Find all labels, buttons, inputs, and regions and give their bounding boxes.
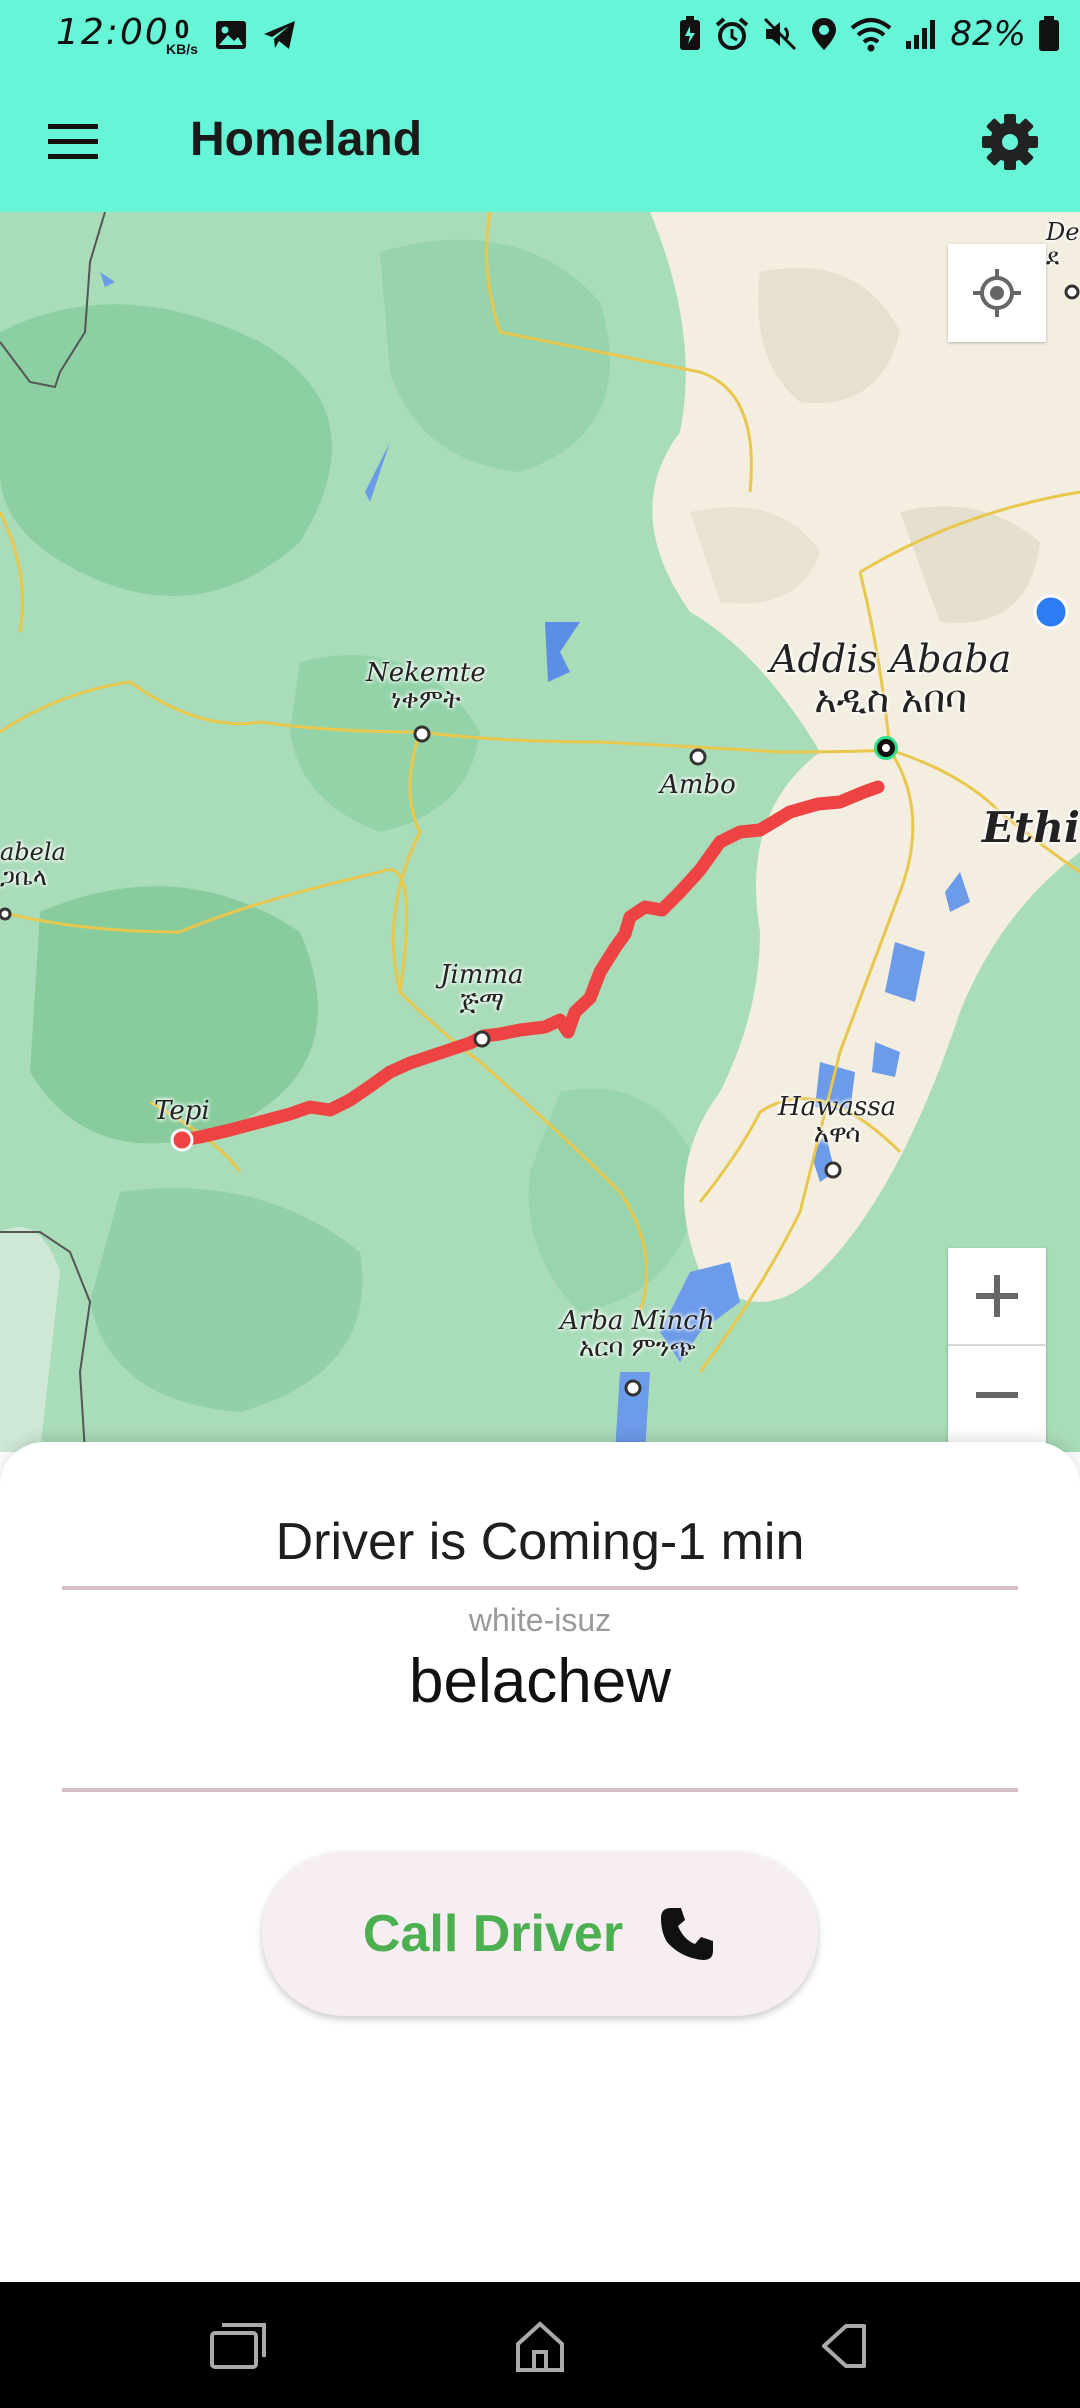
- status-left-icons: [214, 18, 298, 52]
- vehicle-label: white-isuz: [468, 1602, 612, 1638]
- gallery-icon: [216, 21, 246, 49]
- city-name: Tepi: [154, 1096, 210, 1126]
- settings-button[interactable]: [978, 110, 1042, 174]
- network-speed-unit: KB/s: [166, 41, 198, 57]
- city-label-ambo: Ambo: [660, 770, 736, 800]
- city-local-name: አዋሳ: [813, 1119, 861, 1150]
- city-label-hawassa: Hawassa አዋሳ: [778, 1092, 897, 1150]
- city-label-nekemte: Nekemte ነቀምት: [366, 658, 486, 716]
- map-canvas[interactable]: [0, 212, 1080, 1452]
- menu-button[interactable]: [44, 116, 104, 168]
- status-time: 12:00: [56, 12, 170, 53]
- city-label-tepi: Tepi: [154, 1096, 210, 1126]
- my-location-icon: [973, 269, 1021, 317]
- city-local-name: ጋቤላ: [0, 863, 47, 892]
- status-bar: 12:00 0 KB/s 82%: [0, 0, 1080, 72]
- call-driver-button[interactable]: Call Driver: [262, 1852, 818, 2016]
- system-nav-bar: [0, 2282, 1080, 2408]
- city-name: Addis Ababa: [770, 637, 1012, 681]
- city-local-name: አርባ ምንጭ: [578, 1333, 696, 1364]
- city-local-name: አዲስ አበባ: [814, 676, 967, 721]
- city-label-addis-ababa: Addis Ababa አዲስ አበባ: [770, 637, 1012, 721]
- trip-bottom-sheet: Driver is Coming-1 min white-isuz belach…: [0, 1442, 1080, 2282]
- driver-name: belachew: [409, 1647, 671, 1716]
- signal-icon: [906, 20, 936, 49]
- screen: 12:00 0 KB/s 82% Homeland Addis Ababa አዲ…: [0, 0, 1080, 2408]
- plus-icon: [976, 1275, 1018, 1317]
- city-name: Ambo: [660, 770, 736, 800]
- city-name: Ethio: [982, 803, 1080, 852]
- battery-percent: 82%: [950, 14, 1026, 54]
- wifi-icon: [851, 18, 892, 52]
- origin-marker: [170, 1128, 194, 1152]
- country-label: Ethio: [982, 803, 1080, 852]
- current-location-dot: [1033, 594, 1069, 630]
- city-local-name: ነቀምት: [391, 685, 461, 716]
- city-local-name: ደ: [1046, 243, 1060, 272]
- app-bar: Homeland: [0, 72, 1080, 212]
- divider: [62, 1788, 1018, 1792]
- city-name: Arba Minch: [560, 1306, 715, 1336]
- alarm-icon: [716, 17, 749, 50]
- my-location-button[interactable]: [948, 244, 1046, 342]
- back-button[interactable]: [812, 2314, 876, 2378]
- hamburger-menu-icon: [48, 124, 98, 159]
- location-icon: [812, 18, 837, 50]
- call-driver-label: Call Driver: [362, 1905, 624, 1963]
- home-icon: [516, 2321, 564, 2372]
- mute-icon: [764, 17, 797, 51]
- recents-icon: [210, 2323, 266, 2369]
- network-speed: 0 KB/s: [162, 16, 202, 56]
- map-view[interactable]: Addis Ababa አዲስ አበባ Nekemte ነቀምት Ambo Ji…: [0, 212, 1080, 1452]
- phone-icon: [661, 1908, 714, 1960]
- home-button[interactable]: [508, 2314, 572, 2378]
- city-label-edge: De ደ: [1046, 218, 1080, 272]
- divider: [62, 1586, 1018, 1590]
- network-speed-value: 0: [174, 14, 190, 44]
- telegram-icon: [264, 21, 295, 49]
- city-local-name: ጅማ: [459, 987, 505, 1018]
- trip-status-text: Driver is Coming-1 min: [275, 1513, 805, 1571]
- city-label-arba-minch: Arba Minch አርባ ምንጭ: [560, 1306, 715, 1364]
- city-name: De: [1046, 218, 1080, 246]
- page-title: Homeland: [190, 113, 423, 166]
- city-name: Nekemte: [366, 658, 486, 688]
- recents-button[interactable]: [206, 2314, 270, 2378]
- city-name: abela: [0, 838, 66, 866]
- city-name: Jimma: [440, 960, 524, 990]
- minus-icon: [976, 1392, 1018, 1398]
- zoom-out-button[interactable]: [948, 1346, 1046, 1444]
- zoom-in-button[interactable]: [948, 1248, 1046, 1346]
- city-label-jimma: Jimma ጅማ: [440, 960, 524, 1018]
- city-name: Hawassa: [778, 1092, 897, 1122]
- gear-icon: [982, 114, 1038, 170]
- status-right-icons: 82%: [678, 14, 1060, 54]
- city-label-gambela: abela ጋቤላ: [0, 838, 66, 892]
- back-icon: [822, 2324, 866, 2368]
- battery-saver-icon: [680, 16, 701, 50]
- battery-icon: [1039, 16, 1059, 51]
